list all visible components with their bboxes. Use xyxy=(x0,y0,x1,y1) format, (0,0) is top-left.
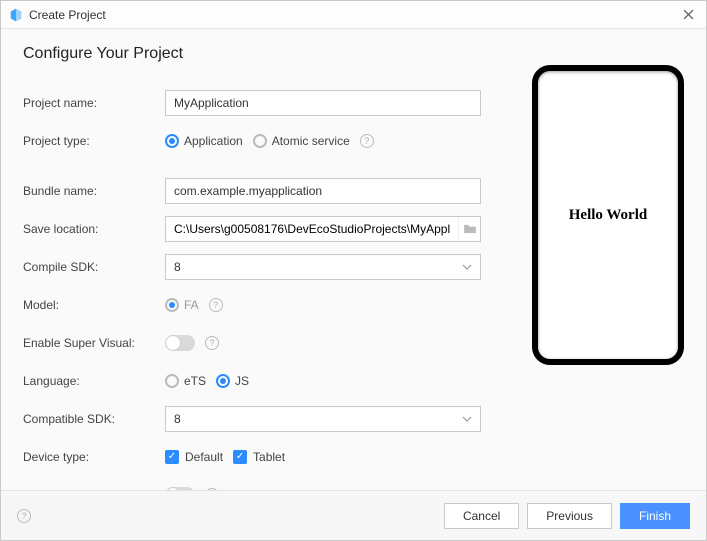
label-language: Language: xyxy=(23,374,165,388)
device-preview: Hello World xyxy=(532,65,684,365)
titlebar: Create Project xyxy=(1,1,706,29)
project-name-input[interactable] xyxy=(165,90,481,116)
checkbox-tablet[interactable]: ✓Tablet xyxy=(233,450,285,464)
radio-atomic-service[interactable]: Atomic service xyxy=(253,134,350,148)
close-icon[interactable] xyxy=(678,5,698,25)
show-in-service-center-toggle[interactable] xyxy=(165,487,195,490)
radio-atomic-label: Atomic service xyxy=(272,134,350,148)
label-compatible-sdk: Compatible SDK: xyxy=(23,412,165,426)
app-logo-icon xyxy=(9,8,23,22)
label-enable-super-visual: Enable Super Visual: xyxy=(23,336,165,350)
radio-js-label: JS xyxy=(235,374,249,388)
chevron-down-icon xyxy=(462,264,472,270)
browse-folder-icon[interactable] xyxy=(458,217,480,241)
label-model: Model: xyxy=(23,298,165,312)
compatible-sdk-value: 8 xyxy=(174,412,181,426)
checkbox-tablet-label: Tablet xyxy=(253,450,285,464)
help-icon[interactable]: ? xyxy=(360,134,374,148)
page-title: Configure Your Project xyxy=(23,45,512,63)
compile-sdk-select[interactable]: 8 xyxy=(165,254,481,280)
bundle-name-input[interactable] xyxy=(165,178,481,204)
radio-application[interactable]: Application xyxy=(165,134,243,148)
compile-sdk-value: 8 xyxy=(174,260,181,274)
preview-text: Hello World xyxy=(569,207,647,224)
radio-ets-label: eTS xyxy=(184,374,206,388)
radio-fa-label: FA xyxy=(184,298,199,312)
compatible-sdk-select[interactable]: 8 xyxy=(165,406,481,432)
label-compile-sdk: Compile SDK: xyxy=(23,260,165,274)
radio-fa[interactable]: FA xyxy=(165,298,199,312)
window-title: Create Project xyxy=(29,8,678,22)
radio-ets[interactable]: eTS xyxy=(165,374,206,388)
help-icon[interactable]: ? xyxy=(17,509,31,523)
checkbox-default-label: Default xyxy=(185,450,223,464)
label-save-location: Save location: xyxy=(23,222,165,236)
previous-button[interactable]: Previous xyxy=(527,503,612,529)
checkbox-default[interactable]: ✓Default xyxy=(165,450,223,464)
radio-application-label: Application xyxy=(184,134,243,148)
label-project-name: Project name: xyxy=(23,96,165,110)
enable-super-visual-toggle[interactable] xyxy=(165,335,195,351)
help-icon[interactable]: ? xyxy=(205,336,219,350)
help-icon[interactable]: ? xyxy=(209,298,223,312)
dialog-footer: ? Cancel Previous Finish xyxy=(1,490,706,540)
cancel-button[interactable]: Cancel xyxy=(444,503,519,529)
save-location-field xyxy=(165,216,481,242)
create-project-dialog: Create Project Configure Your Project Pr… xyxy=(0,0,707,541)
form-panel: Configure Your Project Project name: Pro… xyxy=(23,45,512,490)
label-bundle-name: Bundle name: xyxy=(23,184,165,198)
chevron-down-icon xyxy=(462,416,472,422)
save-location-input[interactable] xyxy=(166,217,458,241)
preview-panel: Hello World xyxy=(532,65,684,490)
finish-button[interactable]: Finish xyxy=(620,503,690,529)
label-project-type: Project type: xyxy=(23,134,165,148)
dialog-body: Configure Your Project Project name: Pro… xyxy=(1,29,706,490)
radio-js[interactable]: JS xyxy=(216,374,249,388)
label-device-type: Device type: xyxy=(23,450,165,464)
